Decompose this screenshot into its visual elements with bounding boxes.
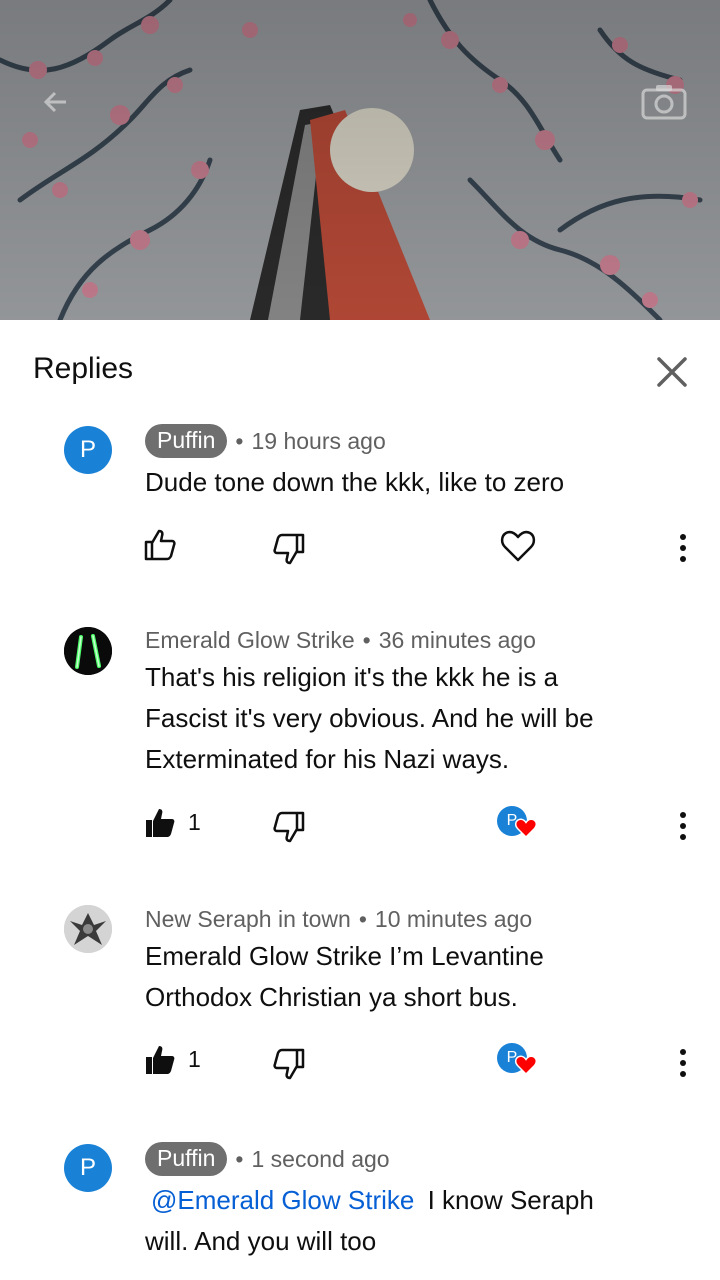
reply-actions (0, 528, 720, 568)
heart-icon[interactable] (500, 528, 536, 564)
reply-meta: Puffin • 19 hours ago (145, 424, 386, 458)
thumbs-down-icon[interactable] (272, 810, 306, 844)
avatar[interactable] (64, 627, 112, 675)
reply-time: 1 second ago (251, 1145, 390, 1172)
thumbs-down-icon[interactable] (272, 532, 306, 566)
reply-text-segment: I know Seraph (427, 1185, 594, 1215)
close-icon[interactable] (650, 350, 694, 394)
reply-text: Emerald Glow Strike I’m Levantine Orthod… (145, 936, 645, 1018)
reply-text: Dude tone down the kkk, like to zero (145, 467, 565, 497)
reply-time: 36 minutes ago (378, 626, 536, 653)
thumbs-up-icon[interactable] (143, 806, 177, 840)
reply-text-line: will. And you will too (145, 1226, 377, 1256)
video-dim-overlay (0, 0, 720, 320)
avatar[interactable] (64, 905, 112, 953)
creator-heart-badge: P (497, 1043, 541, 1083)
avatar[interactable]: P (64, 426, 112, 474)
video-player[interactable] (0, 0, 720, 320)
author-chip[interactable]: Puffin (145, 1142, 228, 1176)
reply-meta: New Seraph in town • 10 minutes ago (145, 902, 532, 936)
avatar[interactable]: P (64, 1144, 112, 1192)
reply-meta: Emerald Glow Strike • 36 minutes ago (145, 623, 536, 657)
author-name[interactable]: New Seraph in town (145, 906, 351, 933)
meta-separator: • (235, 1145, 244, 1172)
like-count: 1 (188, 1046, 201, 1072)
reply-text: @Emerald Glow Strike I know Seraph will.… (145, 1180, 665, 1262)
reply-actions: 1 P (0, 806, 720, 846)
reply-text-line: Fascist it's very obvious. And he will b… (145, 703, 594, 733)
reply-text: That's his religion it's the kkk he is a… (145, 657, 645, 780)
mention-link[interactable]: @Emerald Glow Strike (145, 1185, 420, 1215)
author-chip[interactable]: Puffin (145, 424, 228, 458)
reply-text-line: Emerald Glow Strike I’m Levantine (145, 941, 544, 971)
reply-text-line: That's his religion it's the kkk he is a (145, 662, 559, 692)
heart-filled-icon (515, 818, 537, 838)
meta-separator: • (358, 905, 367, 932)
reply-item: New Seraph in town • 10 minutes ago Emer… (0, 902, 720, 1102)
reply-text-line: Exterminated for his Nazi ways. (145, 744, 510, 774)
reply-item: Emerald Glow Strike • 36 minutes ago Tha… (0, 623, 720, 863)
reply-time: 19 hours ago (251, 427, 386, 454)
more-vert-icon[interactable] (668, 808, 698, 844)
more-vert-icon[interactable] (668, 530, 698, 566)
thumbs-up-icon[interactable] (143, 528, 177, 562)
panel-title: Replies (33, 352, 134, 385)
reply-item: P Puffin • 19 hours ago Dude tone down t… (0, 424, 720, 574)
meta-separator: • (235, 427, 244, 454)
replies-header: Replies (0, 320, 720, 420)
like-count: 1 (188, 809, 201, 835)
more-vert-icon[interactable] (668, 1045, 698, 1081)
thumbs-down-icon[interactable] (272, 1047, 306, 1081)
creator-heart-badge: P (497, 806, 541, 846)
reply-text-line: Orthodox Christian ya short bus. (145, 982, 518, 1012)
reply-actions: 1 P (0, 1043, 720, 1083)
reply-item: P Puffin • 1 second ago @Emerald Glow St… (0, 1142, 720, 1272)
thumbs-up-icon[interactable] (143, 1043, 177, 1077)
reply-meta: Puffin • 1 second ago (145, 1142, 390, 1176)
replies-panel: Replies P Puffin • 19 hours ago Dude ton… (0, 320, 720, 1280)
reply-time: 10 minutes ago (374, 905, 533, 932)
back-arrow-icon[interactable] (36, 82, 76, 122)
heart-filled-icon (515, 1055, 537, 1075)
meta-separator: • (362, 626, 371, 653)
author-name[interactable]: Emerald Glow Strike (145, 627, 355, 654)
camera-icon[interactable] (640, 82, 688, 122)
